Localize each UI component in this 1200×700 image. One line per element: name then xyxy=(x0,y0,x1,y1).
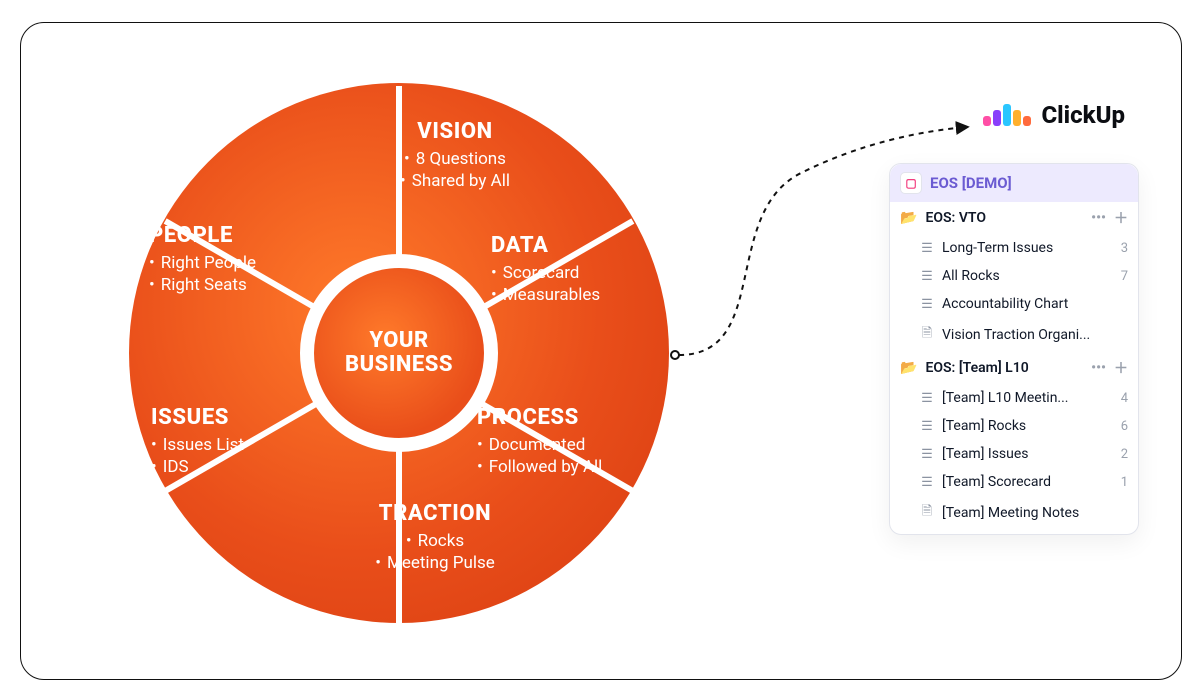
space-root[interactable]: ▢ EOS [DEMO] xyxy=(890,164,1138,202)
stage: YOUR BUSINESS VISION 8 Questions Shared … xyxy=(0,0,1200,700)
wheel-seg-title: PROCESS xyxy=(477,405,677,430)
list-icon: ☰ xyxy=(920,391,934,406)
space-root-label: EOS [DEMO] xyxy=(930,174,1012,192)
wheel-seg-line: Measurables xyxy=(491,284,691,306)
list-icon: ☰ xyxy=(920,447,934,462)
wheel-seg-line: Rocks xyxy=(335,530,535,552)
wheel-seg-line: Documented xyxy=(477,434,677,456)
wheel-seg-title: TRACTION xyxy=(335,501,535,526)
wheel-seg-line: Right Seats xyxy=(149,274,349,296)
wheel-seg-process: PROCESS Documented Followed by All xyxy=(477,405,677,478)
wheel-seg-title: ISSUES xyxy=(151,405,351,430)
list-item[interactable]: 🗎[Team] Meeting Notes xyxy=(890,496,1138,534)
more-icon[interactable]: ••• xyxy=(1091,210,1106,226)
folder-vto[interactable]: 📂 EOS: VTO ••• ＋ xyxy=(890,202,1138,234)
clickup-logo: ClickUp xyxy=(983,101,1125,129)
wheel-seg-line: Shared by All xyxy=(355,170,555,192)
wheel-seg-data: DATA Scorecard Measurables xyxy=(491,233,691,306)
list-item[interactable]: 🗎Vision Traction Organi... xyxy=(890,318,1138,352)
clickup-wordmark: ClickUp xyxy=(1041,101,1125,129)
list-icon: ☰ xyxy=(920,475,934,490)
list-item[interactable]: ☰[Team] L10 Meetin...4 xyxy=(890,384,1138,412)
list-item[interactable]: ☰Accountability Chart xyxy=(890,290,1138,318)
wheel-seg-vision: VISION 8 Questions Shared by All xyxy=(355,119,555,192)
wheel-seg-line: Meeting Pulse xyxy=(335,552,535,574)
folder-team-l10[interactable]: 📂 EOS: [Team] L10 ••• ＋ xyxy=(890,352,1138,384)
add-icon[interactable]: ＋ xyxy=(1114,358,1128,378)
folder-open-icon: 📂 xyxy=(900,210,917,226)
doc-icon: 🗎 xyxy=(920,502,934,524)
wheel-seg-line: IDS xyxy=(151,456,351,478)
monitor-icon: ▢ xyxy=(900,172,922,194)
wheel-seg-line: 8 Questions xyxy=(355,148,555,170)
list-item[interactable]: ☰[Team] Rocks6 xyxy=(890,412,1138,440)
list-icon: ☰ xyxy=(920,419,934,434)
folder-open-icon: 📂 xyxy=(900,360,917,376)
wheel-seg-title: DATA xyxy=(491,233,691,258)
list-item[interactable]: ☰Long-Term Issues3 xyxy=(890,234,1138,262)
wheel-seg-title: VISION xyxy=(355,119,555,144)
folder-label: EOS: [Team] L10 xyxy=(925,360,1028,376)
wheel-seg-line: Followed by All xyxy=(477,456,677,478)
list-item[interactable]: ☰[Team] Scorecard1 xyxy=(890,468,1138,496)
folder-label: EOS: VTO xyxy=(925,210,986,226)
wheel-center-line1: YOUR xyxy=(369,329,428,353)
wheel-seg-issues: ISSUES Issues List IDS xyxy=(151,405,351,478)
clickup-mark-icon xyxy=(983,104,1031,126)
list-icon: ☰ xyxy=(920,269,934,284)
list-item[interactable]: ☰All Rocks7 xyxy=(890,262,1138,290)
list-item[interactable]: ☰[Team] Issues2 xyxy=(890,440,1138,468)
wheel-seg-line: Right People xyxy=(149,252,349,274)
wheel-seg-title: PEOPLE xyxy=(149,223,349,248)
wheel-seg-people: PEOPLE Right People Right Seats xyxy=(149,223,349,296)
eos-wheel: YOUR BUSINESS VISION 8 Questions Shared … xyxy=(129,83,669,623)
space-panel: ▢ EOS [DEMO] 📂 EOS: VTO ••• ＋ ☰Long-Term… xyxy=(889,163,1139,535)
doc-icon: 🗎 xyxy=(920,324,934,346)
wheel-seg-traction: TRACTION Rocks Meeting Pulse xyxy=(335,501,535,574)
list-icon: ☰ xyxy=(920,241,934,256)
add-icon[interactable]: ＋ xyxy=(1114,208,1128,228)
wheel-seg-line: Scorecard xyxy=(491,262,691,284)
wheel-center-line2: BUSINESS xyxy=(345,353,453,377)
wheel-seg-line: Issues List xyxy=(151,434,351,456)
list-icon: ☰ xyxy=(920,297,934,312)
more-icon[interactable]: ••• xyxy=(1091,360,1106,376)
card: YOUR BUSINESS VISION 8 Questions Shared … xyxy=(20,22,1182,680)
